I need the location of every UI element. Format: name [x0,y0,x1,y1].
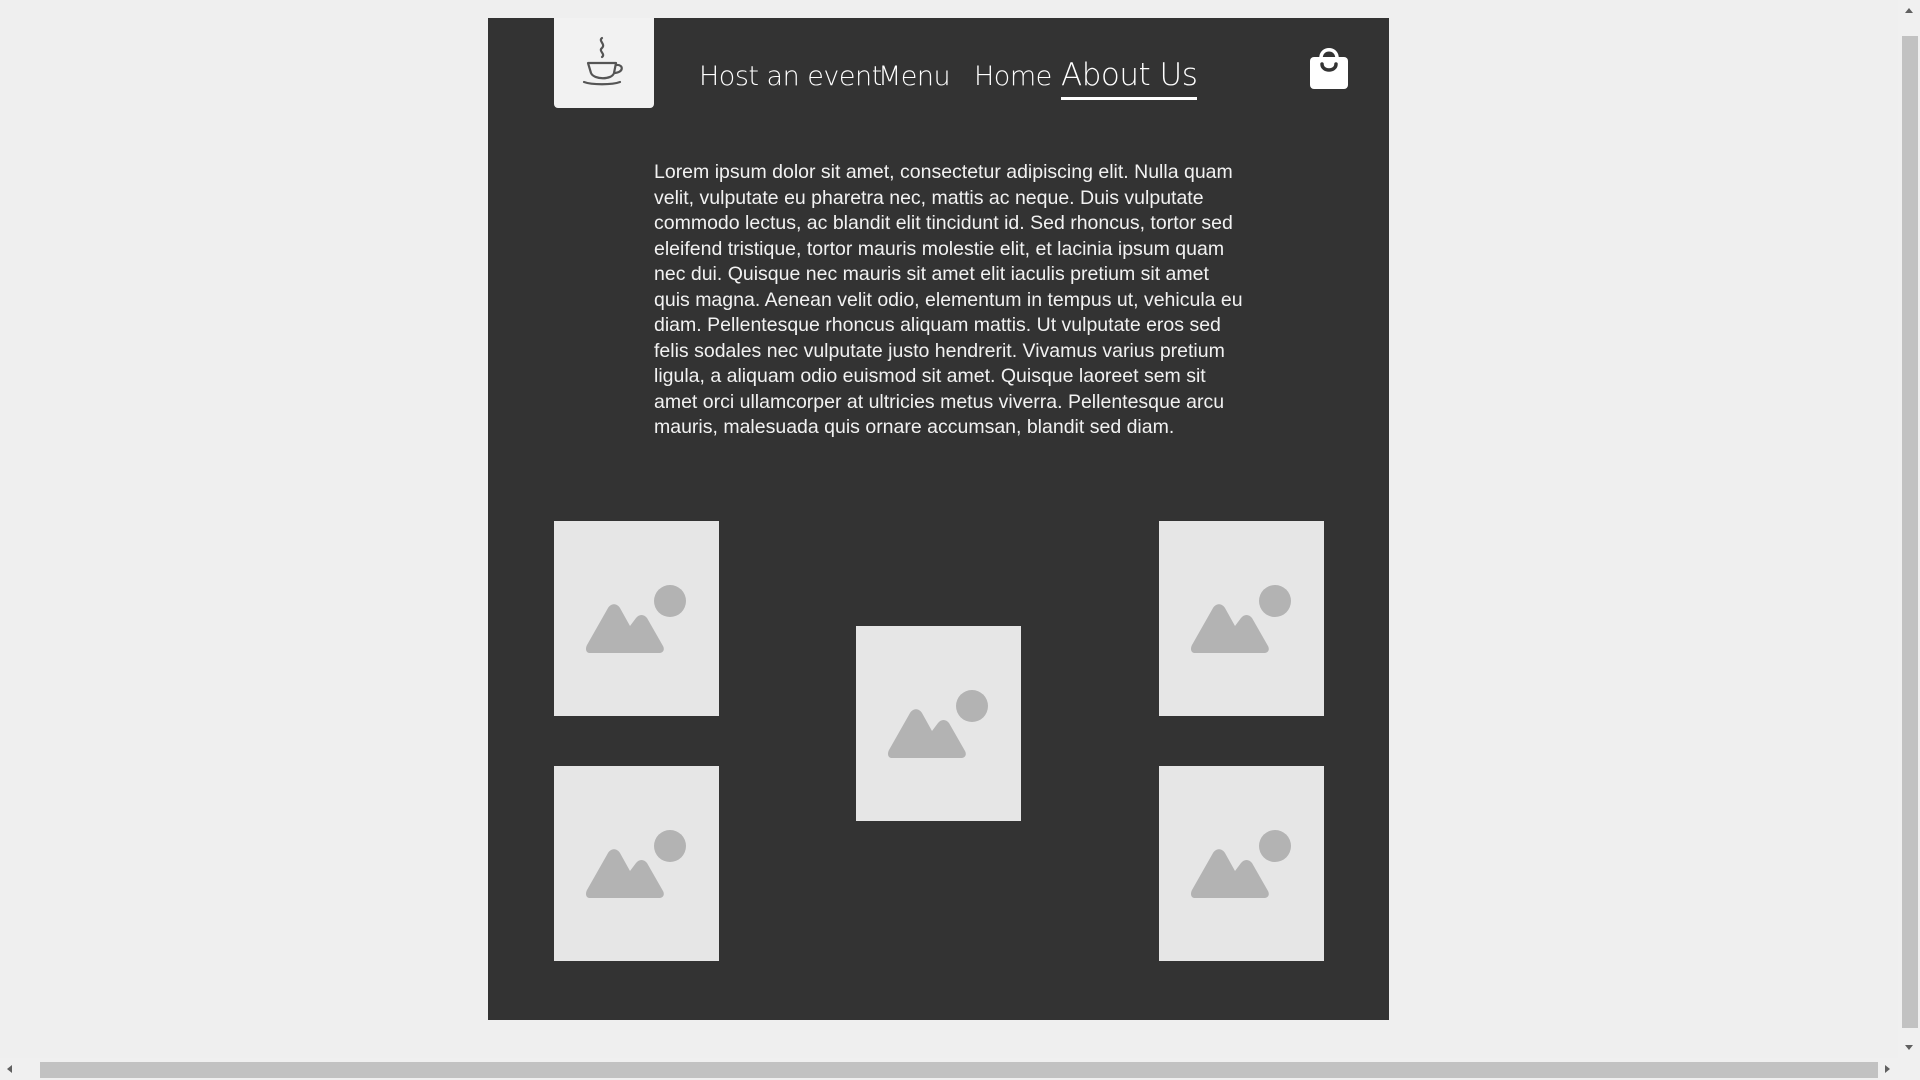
cart-button[interactable] [1308,44,1350,95]
nav-host-an-event[interactable]: Host an event [699,63,882,90]
image-placeholder-icon [1191,585,1291,653]
nav-home[interactable]: Home [974,63,1052,90]
gallery-image [554,766,719,961]
scrollbar-corner [1898,1058,1920,1080]
image-placeholder-icon [1191,830,1291,898]
nav-menu[interactable]: Menu [878,63,951,90]
scroll-right-arrow-icon[interactable] [1885,1065,1890,1073]
image-placeholder-icon [586,830,686,898]
image-placeholder-icon [586,585,686,653]
coffee-cup-icon [582,36,623,86]
page-panel: Host an event Menu Home About Us Lorem i… [488,18,1389,1020]
horizontal-scrollbar-thumb[interactable] [40,1062,1878,1078]
gallery-image [1159,521,1324,716]
horizontal-scrollbar[interactable] [0,1058,1898,1080]
scroll-left-arrow-icon[interactable] [7,1065,12,1073]
vertical-scrollbar-thumb[interactable] [1902,36,1918,1028]
gallery-image [856,626,1021,821]
scroll-up-arrow-icon[interactable] [1905,8,1913,13]
image-placeholder-icon [888,690,988,758]
shopping-bag-icon [1310,48,1348,89]
scroll-down-arrow-icon[interactable] [1905,1045,1913,1050]
vertical-scrollbar[interactable] [1898,0,1920,1058]
nav-about-us[interactable]: About Us [1061,60,1198,100]
gallery-image [1159,766,1324,961]
gallery-image [554,521,719,716]
about-us-paragraph: Lorem ipsum dolor sit amet, consectetur … [654,161,1243,438]
browser-viewport: Host an event Menu Home About Us Lorem i… [0,0,1898,1058]
logo[interactable] [554,18,654,108]
